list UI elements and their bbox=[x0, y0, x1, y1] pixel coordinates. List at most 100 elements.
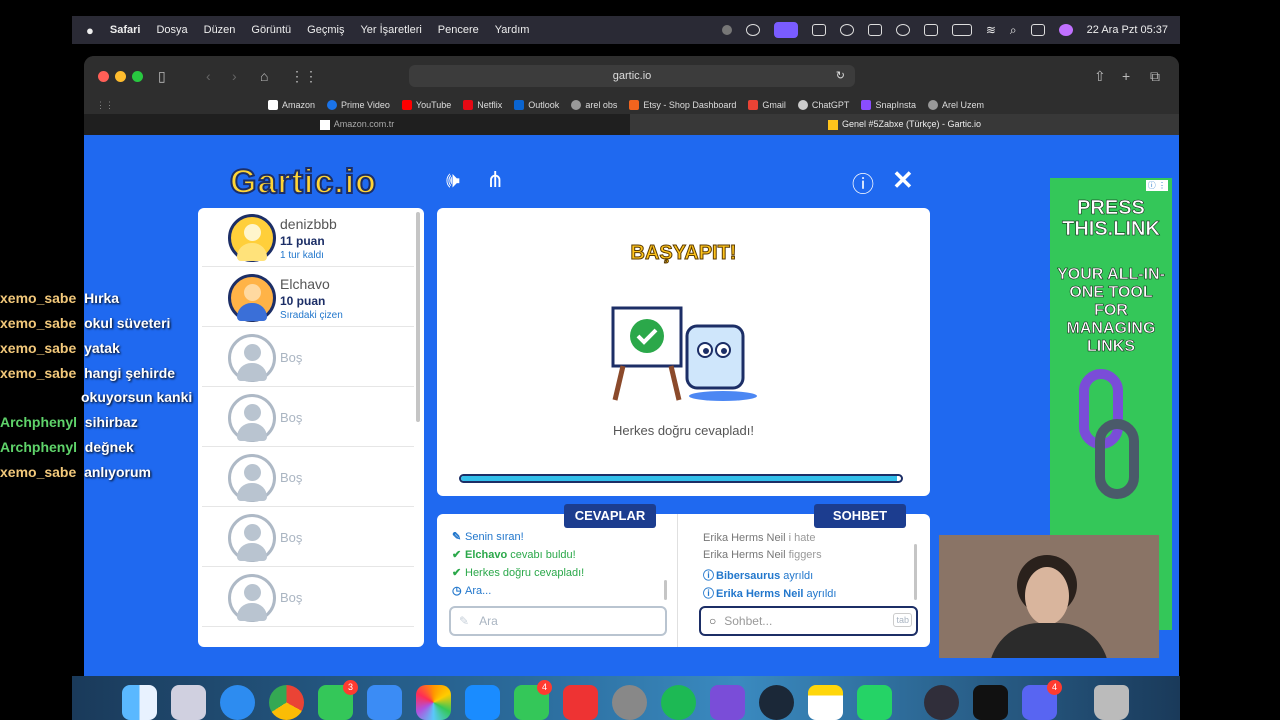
controls-icon[interactable] bbox=[867, 24, 882, 36]
info-small-icon: ⓘ bbox=[703, 588, 714, 600]
share-network-icon[interactable]: ⋔ bbox=[486, 167, 504, 193]
user-icon[interactable] bbox=[895, 24, 910, 36]
bookmark-prime-video[interactable]: Prime Video bbox=[327, 100, 390, 110]
sound-icon[interactable]: 🕪 bbox=[446, 167, 460, 193]
snapinsta-icon bbox=[861, 100, 872, 110]
flashcard-icon[interactable] bbox=[563, 685, 598, 720]
tab-key-hint: tab bbox=[893, 613, 912, 627]
etsy-icon bbox=[629, 100, 640, 110]
bookmark-youtube[interactable]: YouTube bbox=[401, 100, 451, 110]
answer-input[interactable]: ✎ Ara bbox=[449, 606, 667, 636]
bookmark-etsy[interactable]: Etsy - Shop Dashboard bbox=[629, 100, 736, 110]
menu-app-name[interactable]: Safari bbox=[110, 24, 141, 36]
chrome-icon[interactable] bbox=[269, 685, 304, 720]
bookmark-snapinsta[interactable]: SnapInsta bbox=[861, 100, 916, 110]
close-window-button[interactable] bbox=[98, 71, 109, 82]
bookmark-arel-uzem[interactable]: Arel Uzem bbox=[927, 100, 984, 110]
display-icon[interactable] bbox=[811, 24, 826, 36]
activity-monitor-icon[interactable] bbox=[973, 685, 1008, 720]
check-icon: ✔ bbox=[452, 549, 462, 561]
answer-message: ✎ Senin sıran! bbox=[452, 531, 524, 543]
menu-item-window[interactable]: Pencere bbox=[438, 24, 479, 36]
obs-icon[interactable] bbox=[745, 24, 760, 36]
minimize-window-button[interactable] bbox=[115, 71, 126, 82]
bookmark-arel-obs[interactable]: arel obs bbox=[571, 100, 617, 110]
battery-icon[interactable] bbox=[951, 24, 972, 36]
menu-item-edit[interactable]: Düzen bbox=[204, 24, 236, 36]
siri-icon[interactable] bbox=[1058, 24, 1073, 36]
obs-dock-icon[interactable] bbox=[924, 685, 959, 720]
safari-icon[interactable] bbox=[220, 685, 255, 720]
chat-input[interactable]: ○ Sohbet... tab bbox=[699, 606, 918, 636]
video-player-icon[interactable] bbox=[710, 685, 745, 720]
record-icon[interactable] bbox=[721, 25, 732, 35]
menu-item-history[interactable]: Geçmiş bbox=[307, 24, 344, 36]
player-list-scrollbar[interactable] bbox=[416, 212, 420, 422]
answers-scrollbar[interactable] bbox=[664, 580, 667, 600]
trash-icon[interactable] bbox=[1094, 685, 1129, 720]
share-icon[interactable]: ⇧ bbox=[1094, 68, 1106, 85]
menu-datetime[interactable]: 22 Ara Pzt 05:37 bbox=[1087, 24, 1168, 36]
menu-item-help[interactable]: Yardım bbox=[495, 24, 530, 36]
info-icon[interactable]: ⓘ bbox=[852, 167, 874, 199]
home-icon[interactable]: ⌂ bbox=[260, 68, 268, 84]
grid-icon[interactable]: ⋮⋮ bbox=[290, 68, 318, 85]
new-tab-icon[interactable]: + bbox=[1122, 68, 1130, 84]
mail-icon[interactable] bbox=[367, 685, 402, 720]
stream-chat-line: Archphenyl değnek bbox=[0, 439, 134, 455]
apple-icon[interactable]: ● bbox=[86, 23, 94, 38]
notes-icon[interactable] bbox=[808, 685, 843, 720]
bookmarks-grid-icon[interactable]: ⋮⋮ bbox=[96, 100, 114, 111]
player-row[interactable]: Elchavo 10 puan Sıradaki çizen bbox=[202, 268, 414, 327]
discord-badge: 4 bbox=[1047, 680, 1062, 695]
stream-chat-line: xemo_sabe okul süveteri bbox=[0, 315, 171, 331]
play-icon[interactable] bbox=[839, 24, 854, 36]
control-center-icon[interactable] bbox=[1030, 24, 1045, 36]
screen-share-icon[interactable] bbox=[773, 22, 798, 38]
tab-gartic[interactable]: Genel #5Zabxe (Türkçe) - Gartic.io bbox=[630, 114, 1179, 135]
back-icon[interactable]: ‹ bbox=[206, 68, 211, 84]
tab-amazon[interactable]: Amazon.com.tr bbox=[84, 114, 630, 135]
finder-icon[interactable] bbox=[122, 685, 157, 720]
spotify-icon[interactable] bbox=[661, 685, 696, 720]
sidebar-icon[interactable]: ▯ bbox=[158, 68, 166, 85]
player-avatar bbox=[228, 274, 276, 322]
app-store-icon[interactable] bbox=[465, 685, 500, 720]
drawing-canvas[interactable]: BAŞYAPIT! Herkes doğru cevapladı! bbox=[437, 208, 930, 496]
bookmark-outlook[interactable]: Outlook bbox=[514, 100, 559, 110]
close-icon[interactable]: ✕ bbox=[892, 165, 914, 196]
forward-icon[interactable]: › bbox=[232, 68, 237, 84]
bookmark-netflix[interactable]: Netflix bbox=[463, 100, 502, 110]
chat-scrollbar[interactable] bbox=[914, 544, 917, 600]
menu-item-file[interactable]: Dosya bbox=[156, 24, 187, 36]
bookmark-gmail[interactable]: Gmail bbox=[748, 100, 786, 110]
amazon-icon bbox=[268, 100, 278, 110]
stream-chat-line: okuyorsun kanki bbox=[81, 389, 193, 405]
gartic-tab-icon bbox=[827, 119, 838, 130]
launchpad-icon[interactable] bbox=[171, 685, 206, 720]
reload-icon[interactable]: ↻ bbox=[836, 65, 845, 87]
player-row[interactable]: denizbbb 11 puan 1 tur kaldı bbox=[202, 208, 414, 267]
answers-panel: CEVAPLAR ✎ Senin sıran! ✔ Elchavo cevabı b… bbox=[437, 504, 677, 647]
address-bar[interactable]: gartic.io ↻ bbox=[409, 65, 855, 87]
chat-title: SOHBET bbox=[814, 504, 906, 528]
bookmark-chatgpt[interactable]: ChatGPT bbox=[797, 100, 849, 110]
steam-icon[interactable] bbox=[759, 685, 794, 720]
zoom-window-button[interactable] bbox=[132, 71, 143, 82]
whatsapp-icon[interactable] bbox=[857, 685, 892, 720]
ad-choices-icon[interactable]: ⓘ ⋮ bbox=[1145, 180, 1168, 191]
pencil-icon: ✎ bbox=[452, 531, 462, 543]
car-icon[interactable] bbox=[923, 24, 938, 36]
bookmark-amazon[interactable]: Amazon bbox=[268, 100, 315, 110]
empty-slot-label: Boş bbox=[280, 470, 303, 485]
tabs-overview-icon[interactable]: ⧉ bbox=[1150, 68, 1160, 85]
menu-item-bookmarks[interactable]: Yer İşaretleri bbox=[360, 24, 421, 36]
wifi-icon[interactable]: ≋ bbox=[986, 23, 996, 37]
stream-chat-line: xemo_sabe hangi şehirde bbox=[0, 365, 176, 381]
search-icon[interactable]: ⌕ bbox=[1010, 23, 1017, 38]
url-text: gartic.io bbox=[612, 70, 652, 82]
answer-message: ✔ Elchavo cevabı buldu! bbox=[452, 549, 576, 561]
menu-item-view[interactable]: Görüntü bbox=[251, 24, 291, 36]
photos-icon[interactable] bbox=[416, 685, 451, 720]
system-settings-icon[interactable] bbox=[612, 685, 647, 720]
